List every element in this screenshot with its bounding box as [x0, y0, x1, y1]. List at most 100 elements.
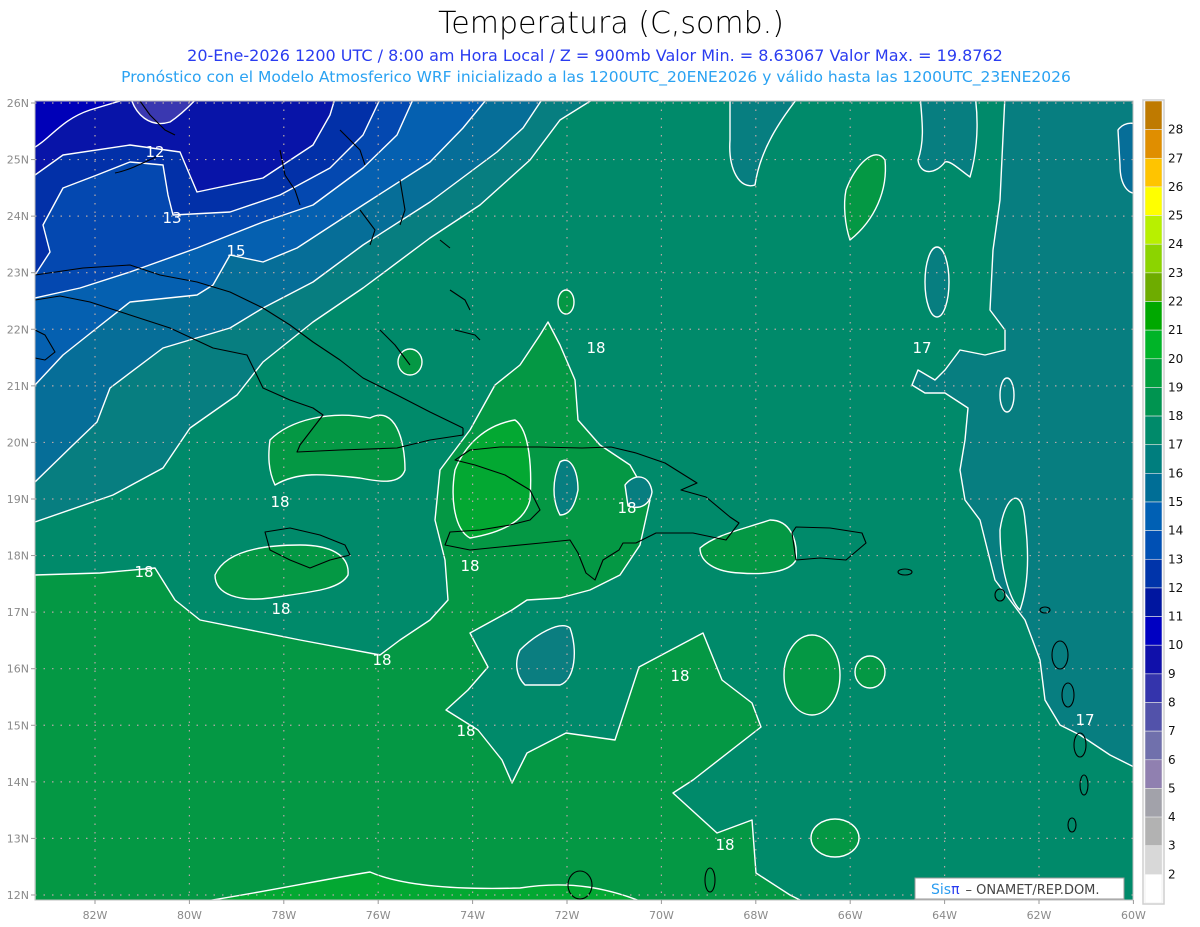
lat-label: 16N	[7, 663, 29, 676]
lat-label: 26N	[7, 97, 29, 110]
colorbar-swatch	[1144, 874, 1163, 904]
lon-label: 78W	[271, 909, 296, 922]
contour-label: 15	[226, 242, 245, 260]
colorbar-label: 18	[1168, 409, 1183, 423]
colorbar-swatch	[1144, 644, 1163, 675]
lat-label: 18N	[7, 550, 29, 563]
colorbar-swatch	[1144, 329, 1163, 360]
colorbar-swatch	[1144, 530, 1163, 560]
colorbar-swatch	[1144, 759, 1163, 789]
colorbar-swatch	[1144, 444, 1163, 474]
colorbar-swatch	[1144, 816, 1163, 847]
colorbar-label: 19	[1168, 380, 1183, 394]
contour-label: 18	[460, 557, 479, 575]
fill-16-17-patch	[924, 246, 950, 318]
subtitle-model-info: Pronóstico con el Modelo Atmosferico WRF…	[121, 68, 1071, 87]
forecast-figure: Temperatura (C,somb.) 20-Ene-2026 1200 U…	[7, 6, 1184, 922]
colorbar-label: 22	[1168, 295, 1183, 309]
contour-label: 17	[1075, 711, 1094, 729]
colorbar-label: 28	[1168, 123, 1183, 137]
colorbar-label: 6	[1168, 753, 1176, 767]
contour-label: 18	[670, 667, 689, 685]
colorbar-swatch	[1144, 387, 1163, 417]
lat-label: 22N	[7, 323, 29, 336]
colorbar-swatch	[1144, 730, 1163, 761]
subtitle-date-values: 20-Ene-2026 1200 UTC / 8:00 am Hora Loca…	[187, 46, 1003, 65]
colorbar-swatch	[1144, 845, 1163, 875]
colorbar-swatch	[1144, 272, 1163, 302]
lon-label: 82W	[83, 909, 108, 922]
colorbar-label: 10	[1168, 638, 1183, 652]
lat-label: 12N	[7, 889, 29, 902]
colorbar-swatch	[1144, 215, 1163, 245]
lon-label: 80W	[177, 909, 202, 922]
credit-logo: Sisπ – ONAMET/REP.DOM.	[931, 882, 1100, 898]
colorbar-label: 3	[1168, 839, 1176, 853]
colorbar-label: 2	[1168, 867, 1176, 881]
lat-label: 20N	[7, 436, 29, 449]
lat-label: 19N	[7, 493, 29, 506]
colorbar-swatch	[1144, 243, 1163, 274]
colorbar-swatch	[1144, 415, 1163, 446]
colorbar-label: 11	[1168, 610, 1183, 624]
colorbar-label: 8	[1168, 696, 1176, 710]
colorbar-swatch	[1144, 186, 1163, 216]
contour-label: 18	[372, 651, 391, 669]
colorbar-swatch	[1144, 473, 1163, 503]
contour-label: 18	[456, 722, 475, 740]
contour-label: 12	[145, 143, 164, 161]
temperature-map: 12 13 15 18 17 18 18 18 18 18 18 18 17 18 18	[35, 101, 1133, 900]
lon-label: 76W	[366, 909, 391, 922]
colorbar-label: 21	[1168, 323, 1183, 337]
contour-label: 18	[270, 493, 289, 511]
lat-label: 24N	[7, 210, 29, 223]
lon-label: 74W	[460, 909, 485, 922]
colorbar-swatch	[1144, 702, 1163, 732]
contour-label: 18	[715, 836, 734, 854]
colorbar-label: 24	[1168, 237, 1183, 251]
lat-label: 13N	[7, 832, 29, 845]
lon-label: 68W	[743, 909, 768, 922]
contour-label: 17	[912, 339, 931, 357]
lon-label: 60W	[1121, 909, 1146, 922]
lat-label: 25N	[7, 154, 29, 167]
colorbar-swatch	[1144, 616, 1163, 646]
colorbar-label: 9	[1168, 667, 1176, 681]
lat-label: 14N	[7, 776, 29, 789]
lat-label: 17N	[7, 606, 29, 619]
fill-18-19-blob	[557, 289, 575, 315]
colorbar-swatch	[1144, 673, 1163, 703]
colorbar-swatch	[1144, 157, 1163, 188]
contour-label: 18	[271, 600, 290, 618]
credit-box: Sisπ – ONAMET/REP.DOM.	[914, 877, 1125, 900]
fill-16-17-patch	[999, 377, 1015, 413]
contour-label: 18	[134, 563, 153, 581]
chart-title: Temperatura (C,somb.)	[438, 6, 784, 41]
contour-label: 18	[617, 499, 636, 517]
colorbar-swatch	[1144, 788, 1163, 818]
colorbar-label: 7	[1168, 724, 1176, 738]
colorbar-label: 20	[1168, 352, 1183, 366]
colorbar-swatch	[1144, 100, 1163, 130]
colorbar-label: 4	[1168, 810, 1176, 824]
colorbar-label: 5	[1168, 781, 1176, 795]
contour-label: 13	[162, 209, 181, 227]
fill-18-19-blob	[854, 655, 886, 689]
lon-label: 72W	[555, 909, 580, 922]
lon-label: 70W	[649, 909, 674, 922]
colorbar-label: 27	[1168, 151, 1183, 165]
colorbar-label: 15	[1168, 495, 1183, 509]
colorbar-swatch	[1144, 358, 1163, 388]
colorbar-label: 17	[1168, 438, 1183, 452]
contour-label: 18	[586, 339, 605, 357]
colorbar-swatch	[1144, 301, 1163, 331]
colorbar-label: 26	[1168, 180, 1183, 194]
lat-label: 23N	[7, 267, 29, 280]
colorbar-label: 12	[1168, 581, 1183, 595]
lon-label: 64W	[932, 909, 957, 922]
lat-label: 15N	[7, 719, 29, 732]
colorbar: 2827262524232221201918171615141312111098…	[1142, 99, 1183, 905]
colorbar-swatch	[1144, 558, 1163, 589]
colorbar-label: 23	[1168, 266, 1183, 280]
colorbar-label: 16	[1168, 466, 1183, 480]
